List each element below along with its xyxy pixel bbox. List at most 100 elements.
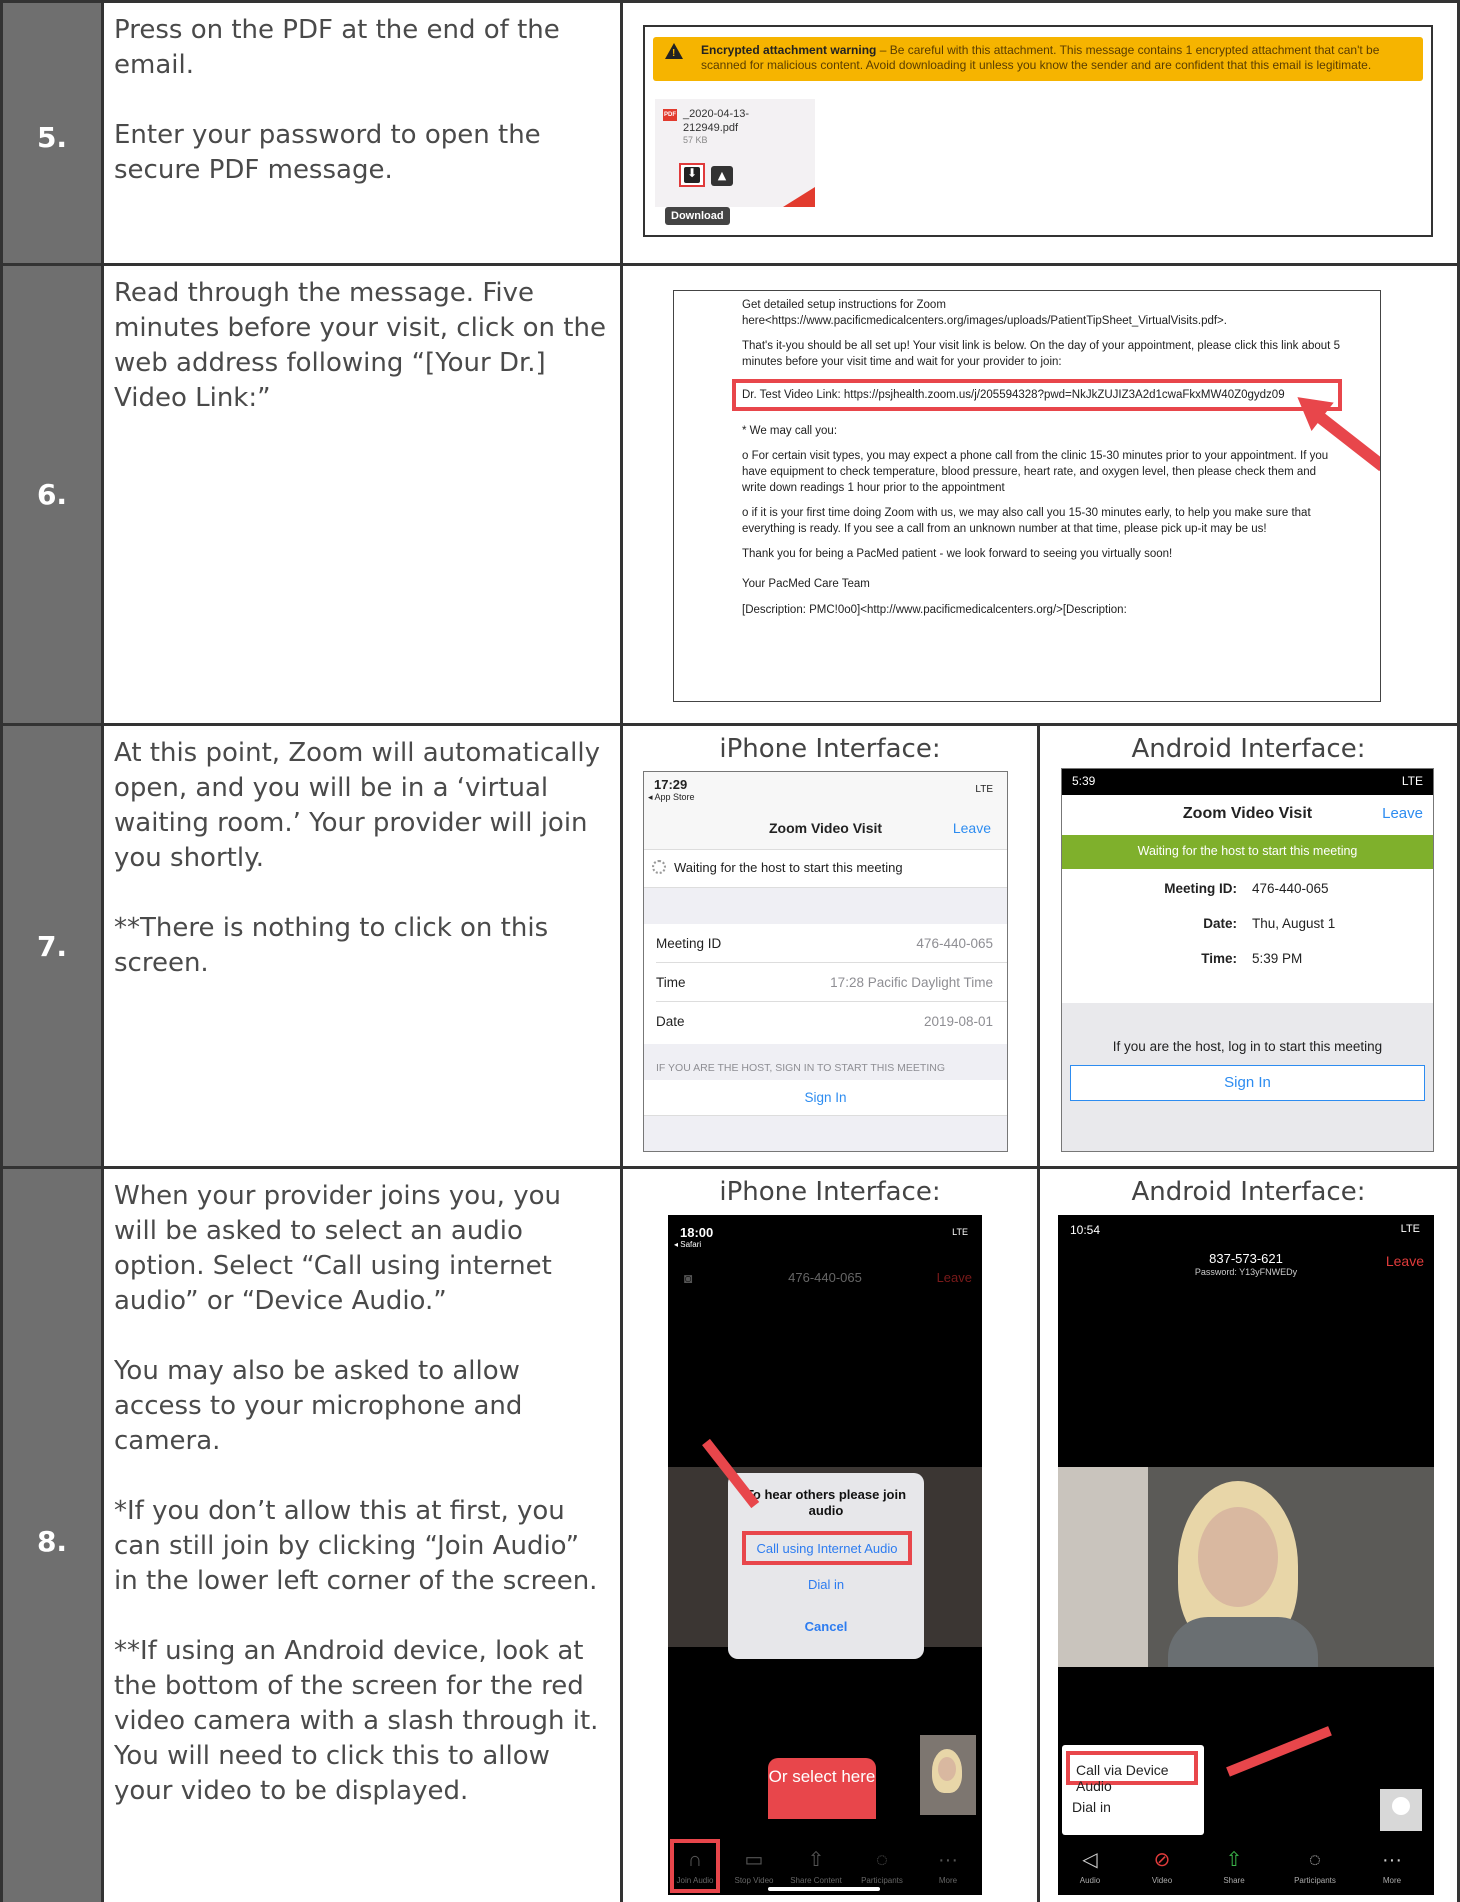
nav-bar: Zoom Video Visit Leave	[644, 806, 1007, 850]
toolbar-label: Video	[1151, 1876, 1173, 1885]
sign-in-button[interactable]: Sign In	[1070, 1065, 1425, 1101]
instruction-paragraph: *If you don’t allow this at first, you c…	[114, 1496, 598, 1596]
chat-bubble-icon: ◌	[1309, 1849, 1321, 1871]
detail-label: Time	[656, 975, 686, 990]
step-row-8: 8. When your provider joins you, you wil…	[0, 1169, 1460, 1902]
status-time: 18:00	[680, 1225, 714, 1240]
more-button[interactable]: ··· More	[1362, 1849, 1422, 1885]
meeting-toolbar: ∩ Join Audio ▭ Stop Video ⇧ Share Content ◌…	[668, 1819, 982, 1895]
status-time: 5:39	[1072, 774, 1096, 788]
headphones-icon: ∩	[687, 1849, 703, 1871]
pointer-arrow	[1226, 1726, 1332, 1777]
share-content-button[interactable]: ⇧ Share Content	[786, 1847, 846, 1885]
download-icon: ⬇	[686, 166, 698, 180]
instruction-paragraph: Read through the message. Five minutes b…	[114, 278, 606, 413]
attachment-corner-fold	[783, 187, 815, 207]
empty-area	[644, 1116, 1007, 1151]
video-area	[1058, 1467, 1434, 1667]
iphone-audio-prompt: 18:00 ◂ Safari LTE ◙ 476-440-065 Leave T…	[668, 1215, 982, 1895]
step-row-6: 6. Read through the message. Five minute…	[0, 266, 1460, 726]
status-time: 17:29	[654, 777, 688, 792]
save-to-drive-icon[interactable]: ▲	[711, 166, 733, 186]
meeting-toolbar: ◁ Audio ⊘ Video ⇧ Share ◌ Participants ··· Mo…	[1058, 1835, 1434, 1895]
stop-video-button[interactable]: ▭ Stop Video	[724, 1847, 784, 1885]
toolbar-label: Share	[1223, 1876, 1245, 1885]
status-time: 10:54	[1070, 1223, 1101, 1237]
toolbar-label: Participants	[1294, 1876, 1336, 1885]
screenshot-cell: Encrypted attachment warning – Be carefu…	[623, 3, 1460, 263]
pdf-attachment[interactable]: PDF _2020-04-13-212949.pdf 57 KB ⬇ ▲	[655, 99, 815, 207]
self-view-thumbnail	[1380, 1789, 1422, 1831]
sign-in-button[interactable]: Sign In	[644, 1080, 1007, 1116]
call-internet-audio-option[interactable]: Call using Internet Audio	[742, 1531, 912, 1565]
more-button[interactable]: ··· More	[918, 1849, 978, 1885]
host-section: If you are the host, log in to start thi…	[1062, 1003, 1433, 1151]
android-screenshot-cell: Android Interface: 10:54 LTE 837-573-621…	[1040, 1169, 1460, 1902]
detail-value: Thu, August 1	[1252, 916, 1336, 931]
cancel-option[interactable]: Cancel	[728, 1619, 924, 1634]
signal-indicator: LTE	[1400, 1223, 1420, 1235]
instruction-paragraph: Enter your password to open the secure P…	[114, 120, 541, 185]
video-button[interactable]: ⊘ Video	[1132, 1847, 1192, 1885]
participant-face	[1198, 1507, 1278, 1607]
call-device-audio-option[interactable]: Call via Device Audio	[1066, 1751, 1198, 1794]
dial-in-option[interactable]: Dial in	[728, 1577, 924, 1592]
spinner-icon	[652, 860, 666, 874]
screenshot-cell: Get detailed setup instructions for Zoom…	[623, 266, 1460, 723]
participant-shirt	[1168, 1617, 1318, 1667]
dial-in-option[interactable]: Dial in	[1072, 1799, 1111, 1815]
detail-label: Date	[656, 1014, 685, 1029]
toolbar-label: More	[1382, 1876, 1402, 1885]
avatar-icon	[1392, 1797, 1410, 1815]
back-to-app-store[interactable]: ◂ App Store	[648, 792, 695, 803]
back-to-safari[interactable]: ◂ Safari	[674, 1240, 701, 1249]
step-text: Press on the PDF at the end of the email…	[104, 3, 623, 263]
participants-button[interactable]: ◌ Participants	[1280, 1849, 1350, 1885]
warning-title: Encrypted attachment warning	[701, 43, 877, 57]
meeting-id: 476-440-065	[788, 1270, 862, 1285]
toolbar-label: Stop Video	[734, 1876, 774, 1885]
message-line: Your PacMed Care Team	[742, 578, 870, 590]
meeting-title: Zoom Video Visit	[1182, 805, 1313, 822]
iphone-screenshot-cell: iPhone Interface: 18:00 ◂ Safari LTE ◙ 4…	[623, 1169, 1040, 1902]
message-line: o For certain visit types, you may expec…	[742, 450, 1329, 494]
leave-button[interactable]: Leave	[1386, 1253, 1424, 1269]
status-bar: 17:29 ◂ App Store LTE	[644, 772, 1007, 806]
status-bar: 5:39 LTE	[1062, 769, 1433, 795]
message-line: o if it is your first time doing Zoom wi…	[742, 507, 1311, 535]
join-audio-button[interactable]: ∩ Join Audio	[668, 1849, 725, 1885]
home-indicator	[768, 1887, 880, 1891]
toolbar-label: Participants	[861, 1876, 903, 1885]
share-button[interactable]: ⇧ Share	[1204, 1847, 1264, 1885]
host-note: If you are the host, log in to start thi…	[1112, 1039, 1383, 1054]
audio-button[interactable]: ◁ Audio	[1060, 1847, 1120, 1885]
more-icon: ···	[1382, 1849, 1402, 1871]
toolbar-label: Join Audio	[676, 1876, 714, 1885]
iphone-heading: iPhone Interface:	[719, 1177, 941, 1207]
muted-speaker-icon: ◁	[1082, 1849, 1098, 1871]
waiting-banner: Waiting for the host to start this meeti…	[1062, 835, 1433, 869]
waiting-message: Waiting for the host to start this meeti…	[644, 850, 1007, 888]
message-line: Get detailed setup instructions for Zoom…	[742, 299, 1227, 327]
leave-button[interactable]: Leave	[937, 1270, 972, 1285]
video-link[interactable]: Dr. Test Video Link: https://psjhealth.z…	[742, 389, 1285, 401]
more-icon: ···	[938, 1849, 958, 1871]
self-view-thumbnail	[920, 1735, 976, 1815]
instruction-paragraph: Press on the PDF at the end of the email…	[114, 15, 560, 80]
meeting-details: Meeting ID 476-440-065 Time 17:28 Pacific …	[644, 924, 1007, 1041]
toolbar-label: Audio	[1079, 1876, 1101, 1885]
instruction-table: 5. Press on the PDF at the end of the em…	[0, 0, 1460, 1902]
message-line: That's it-you should be all set up! Your…	[742, 340, 1340, 368]
step-number-cell: 5.	[0, 3, 104, 263]
step-number-cell: 8.	[0, 1169, 104, 1902]
attachment-filename[interactable]: _2020-04-13-212949.pdf	[683, 107, 803, 135]
leave-button[interactable]: Leave	[1382, 805, 1423, 822]
detail-row: Time 17:28 Pacific Daylight Time	[656, 963, 1007, 1002]
dialog-title: To hear others please join audio	[745, 1487, 907, 1518]
participants-button[interactable]: ◌ Participants	[852, 1849, 912, 1885]
signal-indicator: LTE	[1401, 774, 1423, 788]
step-number: 8.	[36, 1525, 68, 1558]
download-button[interactable]: ⬇	[679, 163, 705, 187]
meeting-id: 837-573-621	[1209, 1251, 1283, 1266]
leave-button[interactable]: Leave	[953, 820, 991, 836]
